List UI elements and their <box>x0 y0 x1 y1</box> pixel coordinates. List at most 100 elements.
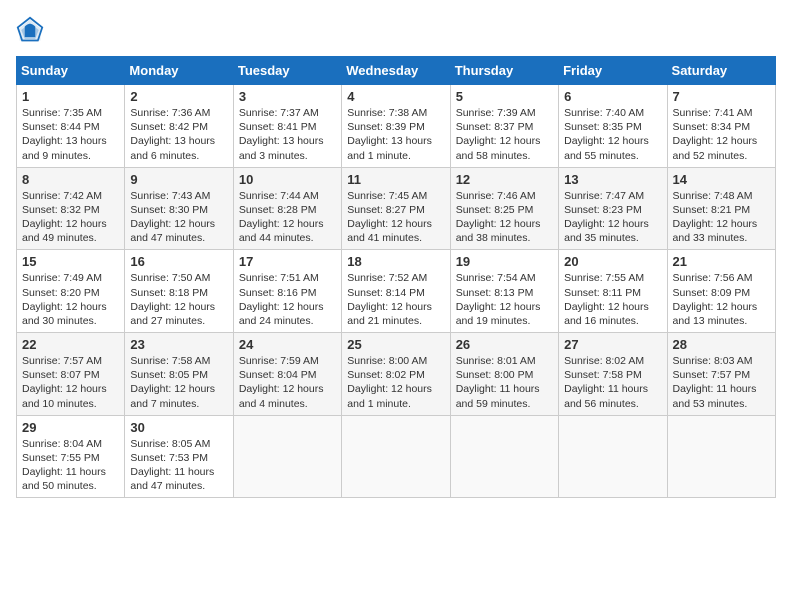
day-number: 29 <box>22 420 119 435</box>
calendar-cell: 24 Sunrise: 7:59 AMSunset: 8:04 PMDaylig… <box>233 333 341 416</box>
day-number: 10 <box>239 172 336 187</box>
col-header-tuesday: Tuesday <box>233 57 341 85</box>
day-number: 18 <box>347 254 444 269</box>
calendar-cell: 26 Sunrise: 8:01 AMSunset: 8:00 PMDaylig… <box>450 333 558 416</box>
day-info: Sunrise: 7:38 AMSunset: 8:39 PMDaylight:… <box>347 107 432 162</box>
day-number: 21 <box>673 254 770 269</box>
day-number: 7 <box>673 89 770 104</box>
calendar-cell: 1 Sunrise: 7:35 AMSunset: 8:44 PMDayligh… <box>17 85 125 168</box>
calendar-cell: 18 Sunrise: 7:52 AMSunset: 8:14 PMDaylig… <box>342 250 450 333</box>
calendar-cell: 16 Sunrise: 7:50 AMSunset: 8:18 PMDaylig… <box>125 250 233 333</box>
calendar-cell: 22 Sunrise: 7:57 AMSunset: 8:07 PMDaylig… <box>17 333 125 416</box>
calendar-table: SundayMondayTuesdayWednesdayThursdayFrid… <box>16 56 776 498</box>
col-header-thursday: Thursday <box>450 57 558 85</box>
day-info: Sunrise: 7:58 AMSunset: 8:05 PMDaylight:… <box>130 355 215 410</box>
day-info: Sunrise: 8:04 AMSunset: 7:55 PMDaylight:… <box>22 438 106 493</box>
day-info: Sunrise: 7:57 AMSunset: 8:07 PMDaylight:… <box>22 355 107 410</box>
calendar-cell: 8 Sunrise: 7:42 AMSunset: 8:32 PMDayligh… <box>17 167 125 250</box>
calendar-week-row: 15 Sunrise: 7:49 AMSunset: 8:20 PMDaylig… <box>17 250 776 333</box>
day-number: 14 <box>673 172 770 187</box>
page-header <box>16 16 776 44</box>
day-info: Sunrise: 7:48 AMSunset: 8:21 PMDaylight:… <box>673 190 758 245</box>
calendar-cell: 27 Sunrise: 8:02 AMSunset: 7:58 PMDaylig… <box>559 333 667 416</box>
col-header-friday: Friday <box>559 57 667 85</box>
day-info: Sunrise: 7:54 AMSunset: 8:13 PMDaylight:… <box>456 272 541 327</box>
day-number: 26 <box>456 337 553 352</box>
logo <box>16 16 48 44</box>
calendar-cell: 17 Sunrise: 7:51 AMSunset: 8:16 PMDaylig… <box>233 250 341 333</box>
day-info: Sunrise: 7:37 AMSunset: 8:41 PMDaylight:… <box>239 107 324 162</box>
day-number: 13 <box>564 172 661 187</box>
calendar-cell: 15 Sunrise: 7:49 AMSunset: 8:20 PMDaylig… <box>17 250 125 333</box>
day-info: Sunrise: 7:59 AMSunset: 8:04 PMDaylight:… <box>239 355 324 410</box>
day-number: 24 <box>239 337 336 352</box>
day-info: Sunrise: 7:41 AMSunset: 8:34 PMDaylight:… <box>673 107 758 162</box>
day-number: 27 <box>564 337 661 352</box>
day-number: 3 <box>239 89 336 104</box>
day-number: 22 <box>22 337 119 352</box>
calendar-cell: 3 Sunrise: 7:37 AMSunset: 8:41 PMDayligh… <box>233 85 341 168</box>
day-info: Sunrise: 7:50 AMSunset: 8:18 PMDaylight:… <box>130 272 215 327</box>
day-number: 30 <box>130 420 227 435</box>
day-number: 2 <box>130 89 227 104</box>
calendar-week-row: 22 Sunrise: 7:57 AMSunset: 8:07 PMDaylig… <box>17 333 776 416</box>
day-number: 9 <box>130 172 227 187</box>
day-info: Sunrise: 7:35 AMSunset: 8:44 PMDaylight:… <box>22 107 107 162</box>
day-number: 17 <box>239 254 336 269</box>
day-number: 12 <box>456 172 553 187</box>
day-number: 25 <box>347 337 444 352</box>
day-info: Sunrise: 8:00 AMSunset: 8:02 PMDaylight:… <box>347 355 432 410</box>
day-number: 16 <box>130 254 227 269</box>
calendar-cell: 9 Sunrise: 7:43 AMSunset: 8:30 PMDayligh… <box>125 167 233 250</box>
day-number: 20 <box>564 254 661 269</box>
day-info: Sunrise: 7:39 AMSunset: 8:37 PMDaylight:… <box>456 107 541 162</box>
calendar-cell: 7 Sunrise: 7:41 AMSunset: 8:34 PMDayligh… <box>667 85 775 168</box>
calendar-cell: 2 Sunrise: 7:36 AMSunset: 8:42 PMDayligh… <box>125 85 233 168</box>
calendar-cell: 14 Sunrise: 7:48 AMSunset: 8:21 PMDaylig… <box>667 167 775 250</box>
day-number: 4 <box>347 89 444 104</box>
calendar-cell: 12 Sunrise: 7:46 AMSunset: 8:25 PMDaylig… <box>450 167 558 250</box>
calendar-week-row: 1 Sunrise: 7:35 AMSunset: 8:44 PMDayligh… <box>17 85 776 168</box>
day-number: 1 <box>22 89 119 104</box>
calendar-body: 1 Sunrise: 7:35 AMSunset: 8:44 PMDayligh… <box>17 85 776 498</box>
calendar-cell: 19 Sunrise: 7:54 AMSunset: 8:13 PMDaylig… <box>450 250 558 333</box>
calendar-cell <box>450 415 558 498</box>
calendar-cell: 30 Sunrise: 8:05 AMSunset: 7:53 PMDaylig… <box>125 415 233 498</box>
day-info: Sunrise: 7:43 AMSunset: 8:30 PMDaylight:… <box>130 190 215 245</box>
calendar-cell: 11 Sunrise: 7:45 AMSunset: 8:27 PMDaylig… <box>342 167 450 250</box>
day-info: Sunrise: 8:02 AMSunset: 7:58 PMDaylight:… <box>564 355 648 410</box>
day-info: Sunrise: 7:49 AMSunset: 8:20 PMDaylight:… <box>22 272 107 327</box>
day-info: Sunrise: 7:42 AMSunset: 8:32 PMDaylight:… <box>22 190 107 245</box>
calendar-cell: 13 Sunrise: 7:47 AMSunset: 8:23 PMDaylig… <box>559 167 667 250</box>
day-number: 28 <box>673 337 770 352</box>
calendar-cell: 21 Sunrise: 7:56 AMSunset: 8:09 PMDaylig… <box>667 250 775 333</box>
day-info: Sunrise: 7:47 AMSunset: 8:23 PMDaylight:… <box>564 190 649 245</box>
day-info: Sunrise: 7:44 AMSunset: 8:28 PMDaylight:… <box>239 190 324 245</box>
day-number: 11 <box>347 172 444 187</box>
day-info: Sunrise: 7:55 AMSunset: 8:11 PMDaylight:… <box>564 272 649 327</box>
col-header-monday: Monday <box>125 57 233 85</box>
calendar-cell: 28 Sunrise: 8:03 AMSunset: 7:57 PMDaylig… <box>667 333 775 416</box>
day-info: Sunrise: 7:51 AMSunset: 8:16 PMDaylight:… <box>239 272 324 327</box>
day-number: 8 <box>22 172 119 187</box>
day-info: Sunrise: 7:45 AMSunset: 8:27 PMDaylight:… <box>347 190 432 245</box>
calendar-cell: 23 Sunrise: 7:58 AMSunset: 8:05 PMDaylig… <box>125 333 233 416</box>
day-number: 6 <box>564 89 661 104</box>
calendar-week-row: 8 Sunrise: 7:42 AMSunset: 8:32 PMDayligh… <box>17 167 776 250</box>
logo-icon <box>16 16 44 44</box>
day-info: Sunrise: 7:36 AMSunset: 8:42 PMDaylight:… <box>130 107 215 162</box>
calendar-cell <box>233 415 341 498</box>
calendar-cell: 20 Sunrise: 7:55 AMSunset: 8:11 PMDaylig… <box>559 250 667 333</box>
calendar-cell: 29 Sunrise: 8:04 AMSunset: 7:55 PMDaylig… <box>17 415 125 498</box>
calendar-cell: 6 Sunrise: 7:40 AMSunset: 8:35 PMDayligh… <box>559 85 667 168</box>
col-header-saturday: Saturday <box>667 57 775 85</box>
day-number: 5 <box>456 89 553 104</box>
col-header-wednesday: Wednesday <box>342 57 450 85</box>
day-info: Sunrise: 7:52 AMSunset: 8:14 PMDaylight:… <box>347 272 432 327</box>
calendar-cell <box>559 415 667 498</box>
calendar-cell <box>342 415 450 498</box>
col-header-sunday: Sunday <box>17 57 125 85</box>
day-info: Sunrise: 7:46 AMSunset: 8:25 PMDaylight:… <box>456 190 541 245</box>
day-info: Sunrise: 7:56 AMSunset: 8:09 PMDaylight:… <box>673 272 758 327</box>
calendar-cell: 10 Sunrise: 7:44 AMSunset: 8:28 PMDaylig… <box>233 167 341 250</box>
